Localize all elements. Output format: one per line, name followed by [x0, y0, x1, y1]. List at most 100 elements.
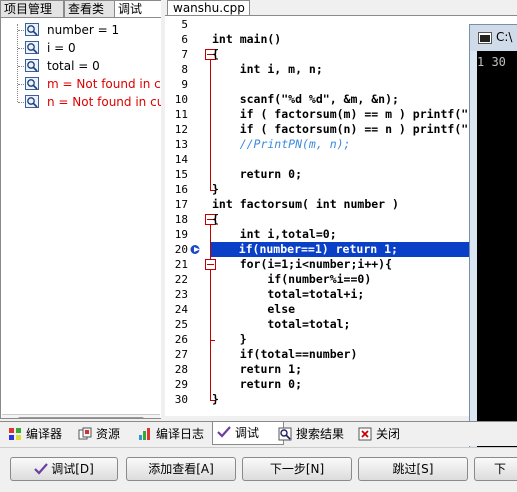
fold-line [210, 270, 211, 340]
watch-variable-icon [25, 59, 39, 72]
code-line[interactable]: } [212, 182, 219, 197]
line-number: 21 [174, 258, 188, 271]
code-line[interactable]: for(i=1;i<number;i++){ [212, 257, 392, 272]
line-number: 5 [181, 18, 188, 31]
watch-item-label: number = 1 [47, 23, 120, 37]
editor-gutter[interactable]: 5 6 7 8 9 10 11 12 13 14 15 16 17 18 19 20 21 22 23 24 25 26 2… [165, 16, 216, 416]
scroll-left-icon[interactable]: ◀ [4, 417, 16, 418]
fold-line [210, 60, 211, 190]
line-number: 16 [174, 183, 188, 196]
scroll-thumb[interactable]: ||| [18, 417, 144, 418]
line-number: 23 [174, 288, 188, 301]
console-app-icon [478, 32, 492, 44]
line-number: 6 [181, 33, 188, 46]
code-line[interactable]: { [212, 47, 219, 62]
line-number: 11 [174, 108, 188, 121]
debug-button-row: 调试[D] 添加查看[A] 下一步[N] 跳过[S] 下 [0, 447, 517, 492]
line-number: 26 [174, 333, 188, 346]
debug-button[interactable]: 调试[D] [10, 457, 118, 481]
code-line[interactable]: if ( factorsum(m) == m ) printf(" [212, 107, 469, 122]
tab-class-view[interactable]: 查看类 [64, 0, 116, 17]
debug-check-icon [217, 426, 231, 438]
watch-variable-icon [25, 95, 39, 108]
left-panel-tabs: 项目管理 查看类 调试 [0, 0, 165, 18]
watch-item-label: m = Not found in cu [47, 77, 162, 91]
watch-item-label: i = 0 [47, 41, 76, 55]
tab-close-label: 关闭 [376, 427, 401, 441]
tab-close[interactable]: 关闭 [354, 424, 424, 444]
code-line[interactable]: int i, m, n; [212, 62, 323, 77]
code-line[interactable]: int main() [212, 32, 281, 47]
watch-item-label: n = Not found in cur [47, 95, 162, 109]
tab-compiler-label: 编译器 [26, 427, 63, 441]
code-line[interactable]: total=total; [212, 317, 350, 332]
editor-file-tab[interactable]: wanshu.cpp [167, 0, 250, 16]
line-number: 13 [174, 138, 188, 151]
tab-compiler[interactable]: 编译器 [4, 424, 70, 444]
tab-project-manager[interactable]: 项目管理 [0, 0, 64, 17]
code-editor[interactable]: 5 6 7 8 9 10 11 12 13 14 15 16 17 18 19 20 21 22 23 24 25 26 2… [165, 15, 517, 416]
tab-resources[interactable]: 资源 [74, 424, 140, 444]
console-title-bar[interactable]: C:\ [470, 25, 517, 51]
skip-button[interactable]: 跳过[S] [358, 457, 468, 481]
line-number: 28 [174, 363, 188, 376]
code-line[interactable]: return 0; [212, 377, 302, 392]
search-results-icon [278, 427, 292, 441]
code-line[interactable]: else [212, 302, 295, 317]
tab-resources-label: 资源 [96, 427, 121, 441]
tab-search-results[interactable]: 搜索结果 [274, 424, 366, 444]
code-line[interactable]: total=total+i; [212, 287, 364, 302]
code-line[interactable]: int i,total=0; [212, 227, 337, 242]
code-line[interactable]: { [212, 212, 219, 227]
horizontal-scrollbar[interactable]: ◀ ||| ▶ [2, 414, 160, 418]
code-line[interactable]: if(number%i==0) [212, 272, 371, 287]
line-number: 12 [174, 123, 188, 136]
console-title: C:\ [496, 30, 513, 44]
tab-search-results-label: 搜索结果 [296, 427, 345, 441]
line-number: 20 [174, 243, 188, 256]
scroll-right-icon[interactable]: ▶ [146, 417, 158, 418]
line-number: 17 [174, 198, 188, 211]
watch-variable-icon [25, 41, 39, 54]
watch-variable-icon [25, 77, 39, 90]
line-number: 10 [174, 93, 188, 106]
code-line[interactable]: int factorsum( int number ) [212, 197, 399, 212]
add-watch-button[interactable]: 添加查看[A] [126, 457, 236, 481]
code-line[interactable]: return 1; [212, 362, 302, 377]
code-line[interactable]: } [212, 392, 219, 407]
code-line[interactable]: } [212, 332, 247, 347]
watch-panel: number = 1 i = 0 total = 0 m = Not found in… [0, 17, 162, 419]
line-number: 27 [174, 348, 188, 361]
line-number: 7 [181, 48, 188, 61]
compile-log-icon [139, 428, 150, 440]
resources-icon [78, 427, 92, 440]
line-number: 24 [174, 303, 188, 316]
line-number: 29 [174, 378, 188, 391]
code-line[interactable]: if(total==number) [212, 347, 358, 362]
line-number: 14 [174, 153, 188, 166]
console-output: 1 30 [477, 51, 517, 465]
line-number: 18 [174, 213, 188, 226]
code-line[interactable]: scanf("%d %d", &m, &n); [212, 92, 399, 107]
debug-button-label: 调试[D] [51, 462, 94, 476]
line-number: 19 [174, 228, 188, 241]
code-line[interactable]: return 0; [212, 167, 302, 182]
code-line[interactable]: //PrintPN(m, n); [212, 137, 351, 152]
line-number: 25 [174, 318, 188, 331]
close-icon [358, 427, 372, 441]
tab-debug-output-label: 调试 [235, 426, 260, 440]
step-into-button[interactable]: 下 [474, 457, 517, 481]
line-number: 9 [181, 78, 188, 91]
next-step-button[interactable]: 下一步[N] [242, 457, 352, 481]
execution-arrow-icon [190, 245, 200, 254]
line-number: 30 [174, 393, 188, 406]
line-number: 8 [181, 63, 188, 76]
line-number: 22 [174, 273, 188, 286]
bottom-tab-bar: 编译器 资源 编译日志 调试 搜索结果 关闭 [0, 421, 517, 446]
debug-check-icon [34, 463, 49, 475]
compiler-icon [9, 428, 21, 440]
code-line[interactable]: if ( factorsum(n) == n ) printf(" [212, 122, 469, 137]
console-window[interactable]: C:\ 1 30 [469, 24, 517, 466]
tab-debug[interactable]: 调试 [114, 0, 162, 18]
tab-compile-log-label: 编译日志 [156, 427, 205, 441]
